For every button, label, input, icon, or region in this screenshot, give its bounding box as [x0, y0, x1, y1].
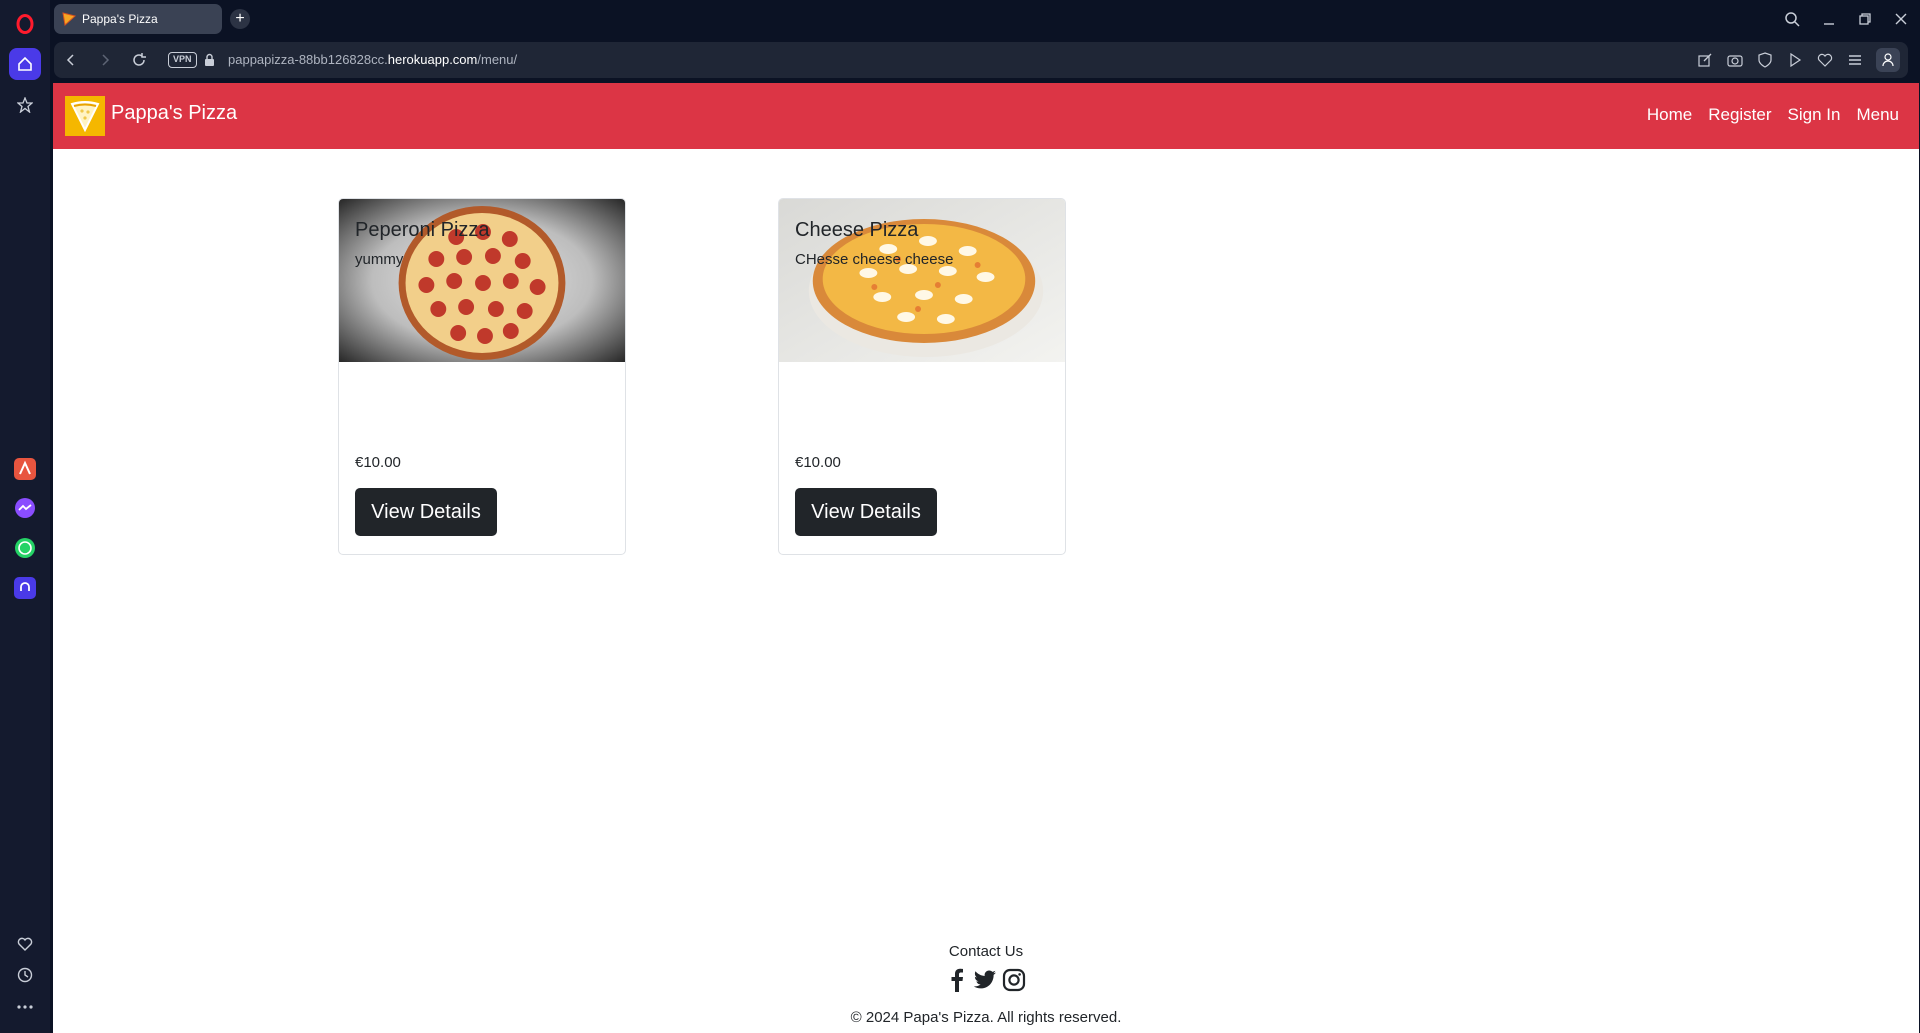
snapshot-icon[interactable]: [1726, 51, 1744, 69]
pizza-price: €10.00: [795, 454, 841, 471]
url-field[interactable]: pappapizza-88bb126828cc.herokuapp.com/me…: [228, 52, 517, 67]
messenger-icon[interactable]: [9, 492, 41, 524]
history-icon[interactable]: [9, 959, 41, 991]
facebook-icon[interactable]: [946, 968, 968, 992]
vpn-badge[interactable]: VPN: [168, 52, 197, 68]
web-page: Pappa's Pizza Home Register Sign In Menu: [53, 83, 1919, 1033]
minimize-icon[interactable]: [1822, 12, 1836, 26]
pizza-slice-logo-icon[interactable]: [65, 96, 105, 136]
twitter-icon[interactable]: [972, 968, 998, 992]
site-footer: Contact Us © 2024 Papa's Pizza. All righ…: [53, 943, 1919, 1026]
edit-page-icon[interactable]: [1696, 51, 1714, 69]
search-tabs-icon[interactable]: [1784, 11, 1800, 27]
nav-link-register[interactable]: Register: [1708, 105, 1771, 125]
profile-icon[interactable]: [1876, 48, 1900, 72]
reload-icon[interactable]: [130, 51, 148, 69]
copyright-text: © 2024 Papa's Pizza. All rights reserved…: [850, 1009, 1122, 1026]
music-player-icon[interactable]: [9, 572, 41, 604]
site-navbar: Pappa's Pizza Home Register Sign In Menu: [53, 83, 1919, 149]
nav-links: Home Register Sign In Menu: [1647, 105, 1899, 125]
aria-icon[interactable]: [9, 453, 41, 485]
url-prefix: pappapizza-88bb126828cc.: [228, 52, 388, 67]
social-links: [53, 968, 1919, 992]
address-bar: VPN pappapizza-88bb126828cc.herokuapp.co…: [54, 42, 1908, 78]
instagram-icon[interactable]: [1002, 968, 1026, 992]
tab-pappas-pizza[interactable]: Pappa's Pizza: [54, 4, 222, 34]
shield-icon[interactable]: [1756, 51, 1774, 69]
lock-icon[interactable]: [204, 53, 215, 66]
pizza-favicon-icon: [62, 12, 76, 26]
menu-item-card: Cheese Pizza CHesse cheese cheese €10.00…: [778, 198, 1066, 555]
browser-sidebar: [0, 0, 50, 1033]
tab-title: Pappa's Pizza: [82, 12, 158, 26]
favorites-icon[interactable]: [9, 928, 41, 960]
pizza-price: €10.00: [355, 454, 401, 471]
new-tab-button[interactable]: +: [230, 9, 250, 29]
pizza-description: CHesse cheese cheese: [795, 251, 954, 268]
menu-item-card: Peperoni Pizza yummy €10.00 View Details: [338, 198, 626, 555]
heart-icon[interactable]: [1816, 51, 1834, 69]
nav-link-sign-in[interactable]: Sign In: [1788, 105, 1841, 125]
view-details-button[interactable]: View Details: [795, 488, 937, 536]
url-host: herokuapp.com: [387, 52, 478, 67]
player-icon[interactable]: [1786, 51, 1804, 69]
contact-us-link[interactable]: Contact Us: [53, 943, 1919, 960]
tab-strip: Pappa's Pizza +: [50, 0, 1920, 38]
pizza-description: yummy: [355, 251, 404, 268]
home-icon[interactable]: [9, 48, 41, 80]
whatsapp-icon[interactable]: [9, 532, 41, 564]
nav-link-home[interactable]: Home: [1647, 105, 1692, 125]
forward-icon[interactable]: [96, 51, 114, 69]
opera-logo-icon[interactable]: [9, 8, 41, 40]
bookmarks-icon[interactable]: [9, 89, 41, 121]
restore-icon[interactable]: [1858, 12, 1872, 26]
view-details-button[interactable]: View Details: [355, 488, 497, 536]
nav-link-menu[interactable]: Menu: [1856, 105, 1899, 125]
brand-name[interactable]: Pappa's Pizza: [111, 102, 237, 125]
pizza-name: Peperoni Pizza: [355, 219, 490, 241]
close-icon[interactable]: [1894, 12, 1908, 26]
url-path: /menu/: [477, 52, 518, 67]
easy-setup-icon[interactable]: [1846, 51, 1864, 69]
more-icon[interactable]: [9, 991, 41, 1023]
back-icon[interactable]: [62, 51, 80, 69]
window-controls: [1784, 6, 1908, 32]
pizza-name: Cheese Pizza: [795, 219, 919, 241]
toolbar-icons: [1696, 48, 1900, 72]
